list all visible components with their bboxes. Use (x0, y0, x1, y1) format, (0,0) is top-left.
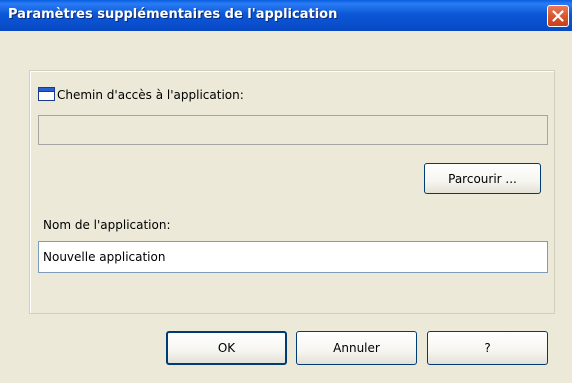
help-button[interactable]: ? (427, 331, 548, 365)
close-icon (552, 10, 564, 22)
browse-button[interactable]: Parcourir ... (424, 163, 541, 194)
name-field[interactable] (38, 241, 548, 273)
path-field[interactable] (38, 115, 548, 145)
window-icon (38, 87, 55, 101)
dialog-window: Paramètres supplémentaires de l'applicat… (0, 0, 572, 383)
name-label: Nom de l'application: (43, 218, 171, 232)
path-label: Chemin d'accès à l'application: (57, 88, 244, 102)
close-button[interactable] (547, 5, 569, 27)
cancel-button[interactable]: Annuler (296, 331, 417, 365)
window-title: Paramètres supplémentaires de l'applicat… (8, 7, 338, 22)
title-bar[interactable]: Paramètres supplémentaires de l'applicat… (0, 0, 572, 31)
ok-button[interactable]: OK (166, 331, 287, 365)
